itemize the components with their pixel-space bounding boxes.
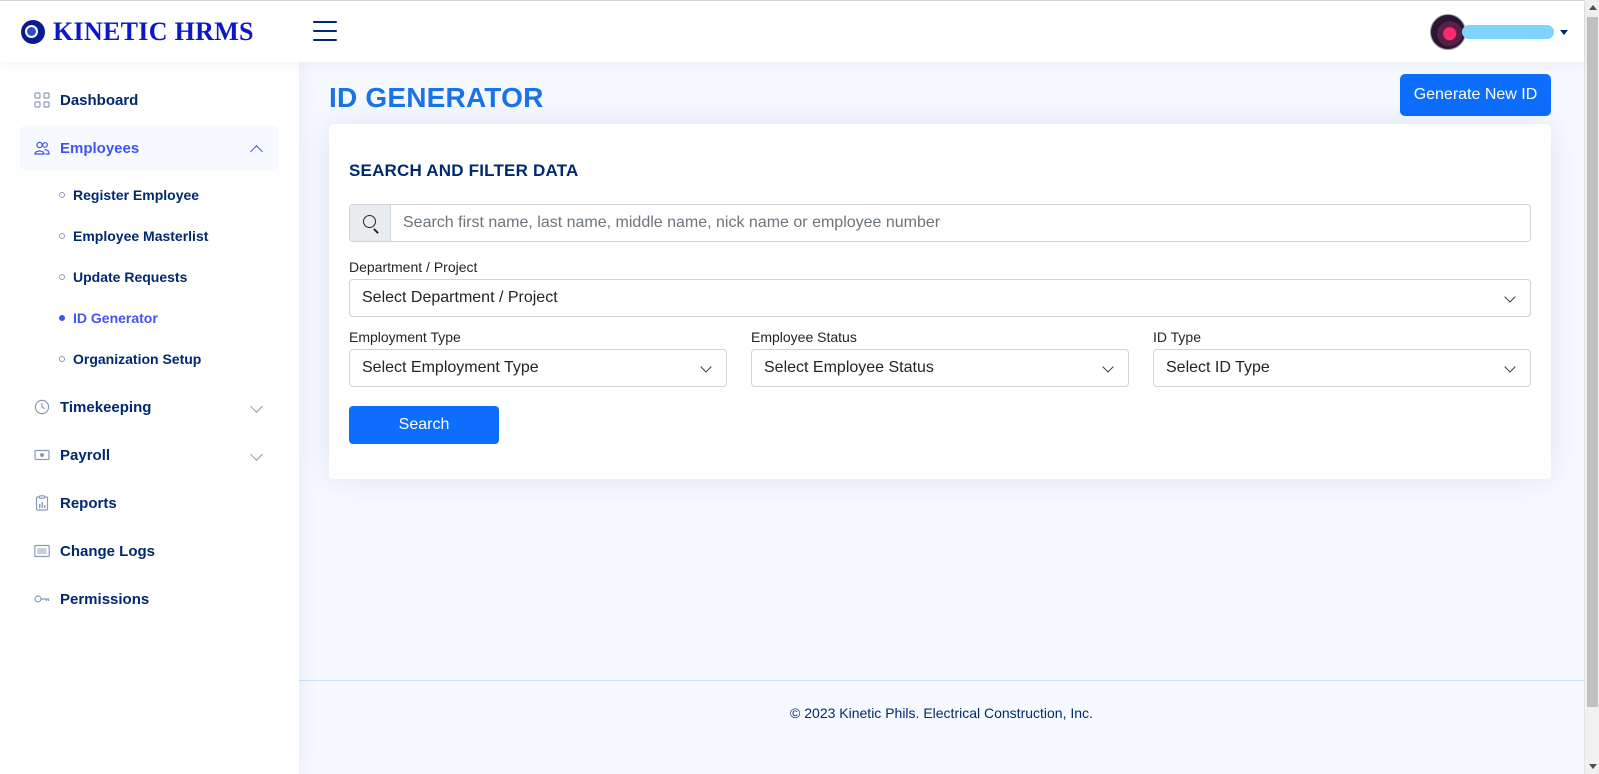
copyright-text: © 2023 Kinetic Phils. Electrical Constru… <box>790 705 1093 721</box>
clock-icon <box>34 399 50 415</box>
department-select[interactable]: Select Department / Project <box>349 279 1531 317</box>
submenu-item-employee-masterlist[interactable]: Employee Masterlist <box>0 215 299 256</box>
logo-icon <box>21 20 45 44</box>
app-logo[interactable]: KINETIC HRMS <box>21 17 254 47</box>
search-input[interactable] <box>391 205 1530 241</box>
circle-icon <box>59 191 65 198</box>
footer: © 2023 Kinetic Phils. Electrical Constru… <box>299 680 1584 774</box>
top-header: KINETIC HRMS <box>0 0 1584 62</box>
submenu-item-id-generator[interactable]: ID Generator <box>0 297 299 338</box>
employee-status-select[interactable]: Select Employee Status <box>751 349 1129 387</box>
card-list-icon <box>34 543 50 559</box>
profile-dropdown[interactable] <box>1430 14 1568 50</box>
chevron-down-icon <box>1102 361 1114 373</box>
chevron-down-icon <box>250 448 263 461</box>
submenu-item-label: Employee Masterlist <box>73 227 209 244</box>
vertical-scrollbar[interactable] <box>1584 0 1599 774</box>
department-label: Department / Project <box>349 259 478 275</box>
card-title: SEARCH AND FILTER DATA <box>349 161 579 180</box>
scroll-down-arrow-icon[interactable] <box>1589 764 1597 769</box>
chevron-down-icon <box>1504 361 1516 373</box>
submenu-item-register-employee[interactable]: Register Employee <box>0 174 299 215</box>
scroll-up-arrow-icon[interactable] <box>1589 5 1597 10</box>
circle-fill-icon <box>59 314 65 321</box>
scrollbar-thumb[interactable] <box>1587 17 1598 707</box>
circle-icon <box>59 232 65 239</box>
hamburger-icon[interactable] <box>313 21 337 41</box>
submenu-item-label: Organization Setup <box>73 350 202 367</box>
clipboard-data-icon <box>34 495 50 511</box>
search-filter-card: SEARCH AND FILTER DATA Department / Proj… <box>329 124 1551 479</box>
key-icon <box>34 591 50 607</box>
id-type-select[interactable]: Select ID Type <box>1153 349 1531 387</box>
employees-submenu: Register Employee Employee Masterlist Up… <box>0 174 299 379</box>
grid-icon <box>34 92 50 108</box>
submenu-item-label: Register Employee <box>73 186 200 203</box>
submenu-item-label: Update Requests <box>73 268 188 285</box>
search-icon <box>350 205 391 241</box>
search-button[interactable]: Search <box>349 406 499 444</box>
sidebar-item-reports[interactable]: Reports <box>20 481 279 525</box>
circle-icon <box>59 273 65 280</box>
sidebar-item-label: Permissions <box>60 590 150 608</box>
employee-status-label: Employee Status <box>751 329 857 345</box>
employment-type-select-value: Select Employment Type <box>362 359 539 376</box>
department-select-value: Select Department / Project <box>362 289 558 306</box>
sidebar-item-employees[interactable]: Employees <box>20 126 279 170</box>
sidebar-item-label: Change Logs <box>60 542 156 560</box>
sidebar-item-label: Employees <box>60 139 140 157</box>
chevron-down-icon <box>1504 291 1516 303</box>
submenu-item-label: ID Generator <box>73 309 158 326</box>
sidebar-item-label: Payroll <box>60 446 111 464</box>
sidebar-item-label: Timekeeping <box>60 398 152 416</box>
app-title: KINETIC HRMS <box>53 17 254 46</box>
sidebar-item-change-logs[interactable]: Change Logs <box>20 529 279 573</box>
cash-icon <box>34 447 50 463</box>
sidebar-item-label: Dashboard <box>60 91 139 109</box>
chevron-down-icon <box>250 400 263 413</box>
generate-new-id-button[interactable]: Generate New ID <box>1400 74 1551 116</box>
employment-type-select[interactable]: Select Employment Type <box>349 349 727 387</box>
caret-down-icon <box>1560 29 1568 35</box>
chevron-up-icon <box>250 145 263 158</box>
submenu-item-organization-setup[interactable]: Organization Setup <box>0 338 299 379</box>
sidebar-item-label: Reports <box>60 494 117 512</box>
id-type-label: ID Type <box>1153 329 1201 345</box>
employee-status-select-value: Select Employee Status <box>764 359 934 376</box>
sidebar: Dashboard Employees Register Employee Em… <box>0 62 299 774</box>
id-type-select-value: Select ID Type <box>1166 359 1270 376</box>
sidebar-item-dashboard[interactable]: Dashboard <box>20 78 279 122</box>
circle-icon <box>59 355 65 362</box>
user-name-redacted <box>1462 25 1554 39</box>
sidebar-item-permissions[interactable]: Permissions <box>20 577 279 621</box>
sidebar-item-timekeeping[interactable]: Timekeeping <box>20 385 279 429</box>
submenu-item-update-requests[interactable]: Update Requests <box>0 256 299 297</box>
page-title: ID GENERATOR <box>329 82 544 113</box>
employment-type-label: Employment Type <box>349 329 461 345</box>
chevron-down-icon <box>700 361 712 373</box>
sidebar-item-payroll[interactable]: Payroll <box>20 433 279 477</box>
avatar <box>1430 14 1466 50</box>
search-group <box>349 204 1531 242</box>
people-icon <box>34 140 50 156</box>
